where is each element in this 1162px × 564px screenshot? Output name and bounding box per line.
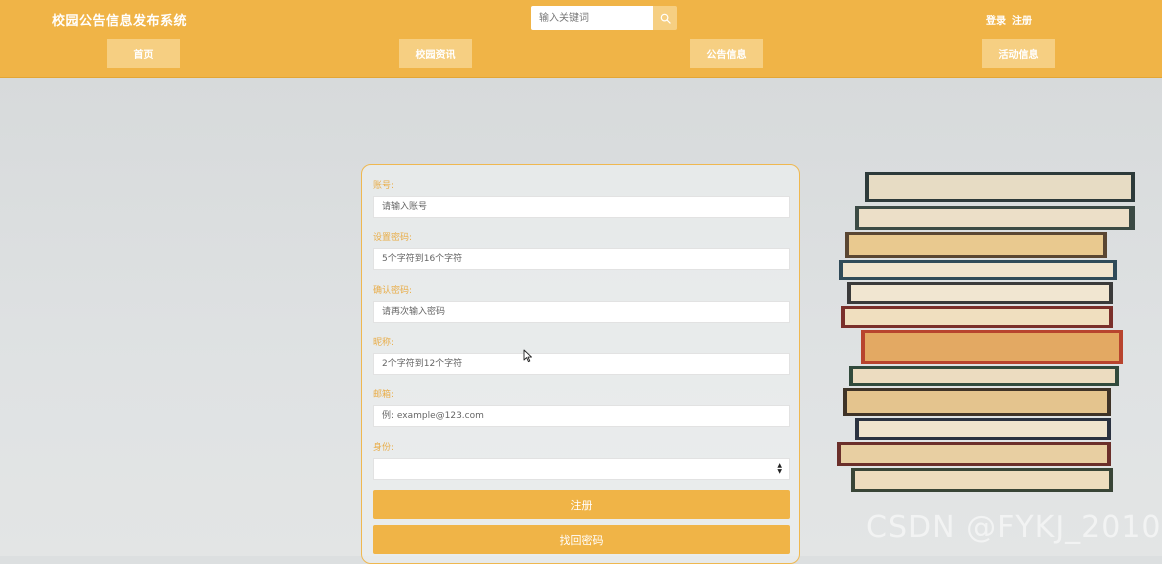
- select-arrows-icon: ▲ ▼: [777, 462, 782, 475]
- nav-home[interactable]: 首页: [107, 39, 180, 68]
- mouse-pointer-icon: [523, 349, 532, 363]
- watermark-text: CSDN @FYKJ_2010: [866, 510, 1162, 545]
- identity-select[interactable]: ▲ ▼: [373, 458, 790, 480]
- nickname-input[interactable]: [373, 353, 790, 375]
- account-label: 账号:: [373, 181, 395, 191]
- search-button[interactable]: [653, 6, 677, 30]
- account-input[interactable]: [373, 196, 790, 218]
- password-label: 设置密码:: [373, 233, 413, 243]
- search-icon: [660, 13, 671, 24]
- identity-label: 身份:: [373, 443, 395, 453]
- confirm-password-label: 确认密码:: [373, 286, 413, 296]
- book-stack-image: [837, 172, 1135, 492]
- register-form: 账号: 设置密码: 确认密码: 昵称: 邮箱: 身份: ▲▼ 注册 找回密码: [361, 164, 800, 564]
- register-button[interactable]: 注册: [373, 490, 790, 519]
- search-bar: [531, 6, 677, 30]
- site-title: 校园公告信息发布系统: [52, 14, 188, 29]
- recover-password-button[interactable]: 找回密码: [373, 525, 790, 554]
- nickname-label: 昵称:: [373, 338, 395, 348]
- top-header: 校园公告信息发布系统 登录注册 首页 校园资讯 公告信息 活动信息: [0, 0, 1162, 78]
- register-link[interactable]: 注册: [1012, 16, 1032, 27]
- nav-announcements[interactable]: 公告信息: [690, 39, 763, 68]
- search-input[interactable]: [531, 6, 653, 30]
- confirm-password-input[interactable]: [373, 301, 790, 323]
- login-link[interactable]: 登录: [986, 16, 1006, 27]
- email-label: 邮箱:: [373, 390, 395, 400]
- auth-links: 登录 注册: [986, 12, 1038, 27]
- nav-campus-news[interactable]: 校园资讯: [399, 39, 472, 68]
- nav-activities[interactable]: 活动信息: [982, 39, 1055, 68]
- password-input[interactable]: [373, 248, 790, 270]
- email-input[interactable]: [373, 405, 790, 427]
